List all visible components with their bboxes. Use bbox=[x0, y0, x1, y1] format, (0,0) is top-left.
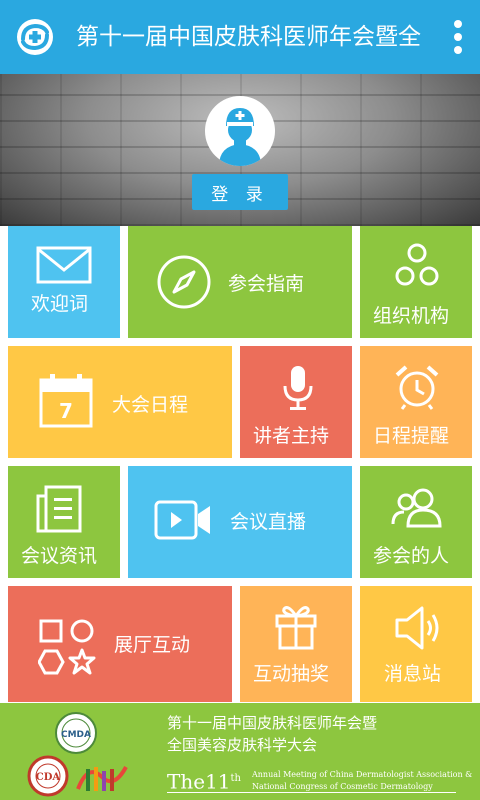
cda-logo: CDA bbox=[27, 755, 69, 797]
tile-guide[interactable]: 参会指南 bbox=[128, 226, 352, 338]
tile-lottery-label: 互动抽奖 bbox=[253, 663, 330, 685]
video-camera-icon bbox=[154, 500, 210, 540]
top-app-bar: 第十一届中国皮肤科医师年会暨全 bbox=[0, 0, 480, 74]
svg-text:CMDA: CMDA bbox=[61, 730, 91, 740]
document-icon bbox=[36, 485, 82, 533]
tile-messages[interactable]: 消息站 bbox=[360, 586, 472, 702]
tile-exhibition[interactable]: 展厅互动 bbox=[8, 586, 232, 702]
cmda-logo: CMDA bbox=[55, 712, 97, 754]
footer-english-line2: National Congress of Cosmetic Dermatolog… bbox=[252, 782, 433, 791]
microphone-icon bbox=[283, 366, 313, 410]
tile-exhibition-label: 展厅互动 bbox=[114, 634, 191, 656]
tile-organization-label: 组织机构 bbox=[373, 305, 450, 327]
people-icon bbox=[391, 488, 442, 528]
tile-live[interactable]: 会议直播 bbox=[128, 466, 352, 578]
tile-news[interactable]: 会议资讯 bbox=[8, 466, 120, 578]
network-icon bbox=[395, 243, 439, 286]
tile-guide-label: 参会指南 bbox=[228, 273, 305, 295]
tile-lottery[interactable]: 互动抽奖 bbox=[240, 586, 352, 702]
login-button[interactable]: 登 录 bbox=[192, 174, 288, 210]
calendar-icon: 7 bbox=[39, 374, 93, 428]
tile-welcome-label: 欢迎词 bbox=[31, 293, 89, 315]
shapes-icon bbox=[38, 619, 96, 675]
more-vertical-icon[interactable] bbox=[448, 18, 468, 56]
tile-reminder-label: 日程提醒 bbox=[373, 425, 450, 447]
speaker-icon bbox=[395, 606, 439, 650]
tile-news-label: 会议资讯 bbox=[21, 545, 98, 567]
tile-schedule-label: 大会日程 bbox=[112, 394, 189, 416]
footer-english-line1: Annual Meeting of China Dermatologist As… bbox=[252, 770, 473, 779]
tile-messages-label: 消息站 bbox=[384, 663, 442, 685]
footer-title-line2: 全国美容皮肤科学大会 bbox=[167, 736, 318, 754]
doctor-avatar-icon[interactable] bbox=[205, 96, 275, 166]
footer-divider bbox=[167, 792, 456, 793]
tile-organization[interactable]: 组织机构 bbox=[360, 226, 472, 338]
tile-welcome[interactable]: 欢迎词 bbox=[8, 226, 120, 338]
tile-live-label: 会议直播 bbox=[230, 511, 307, 533]
app-title: 第十一届中国皮肤科医师年会暨全 bbox=[76, 24, 421, 50]
gift-icon bbox=[275, 606, 317, 650]
app-logo-icon bbox=[17, 19, 53, 55]
tile-speakers[interactable]: 讲者主持 bbox=[240, 346, 352, 458]
footer-edition: The11th bbox=[167, 769, 241, 794]
svg-text:CDA: CDA bbox=[36, 772, 61, 783]
alarm-clock-icon bbox=[395, 365, 439, 410]
compass-icon bbox=[157, 255, 211, 309]
tile-attendees[interactable]: 参会的人 bbox=[360, 466, 472, 578]
footer-title-line1: 第十一届中国皮肤科医师年会暨 bbox=[167, 714, 378, 732]
tile-speakers-label: 讲者主持 bbox=[253, 425, 330, 447]
tile-reminder[interactable]: 日程提醒 bbox=[360, 346, 472, 458]
calendar-day: 7 bbox=[59, 399, 73, 423]
tile-attendees-label: 参会的人 bbox=[373, 545, 450, 567]
congress-emblem-logo bbox=[76, 766, 128, 791]
mail-icon bbox=[36, 246, 92, 284]
tile-schedule[interactable]: 7 大会日程 bbox=[8, 346, 232, 458]
